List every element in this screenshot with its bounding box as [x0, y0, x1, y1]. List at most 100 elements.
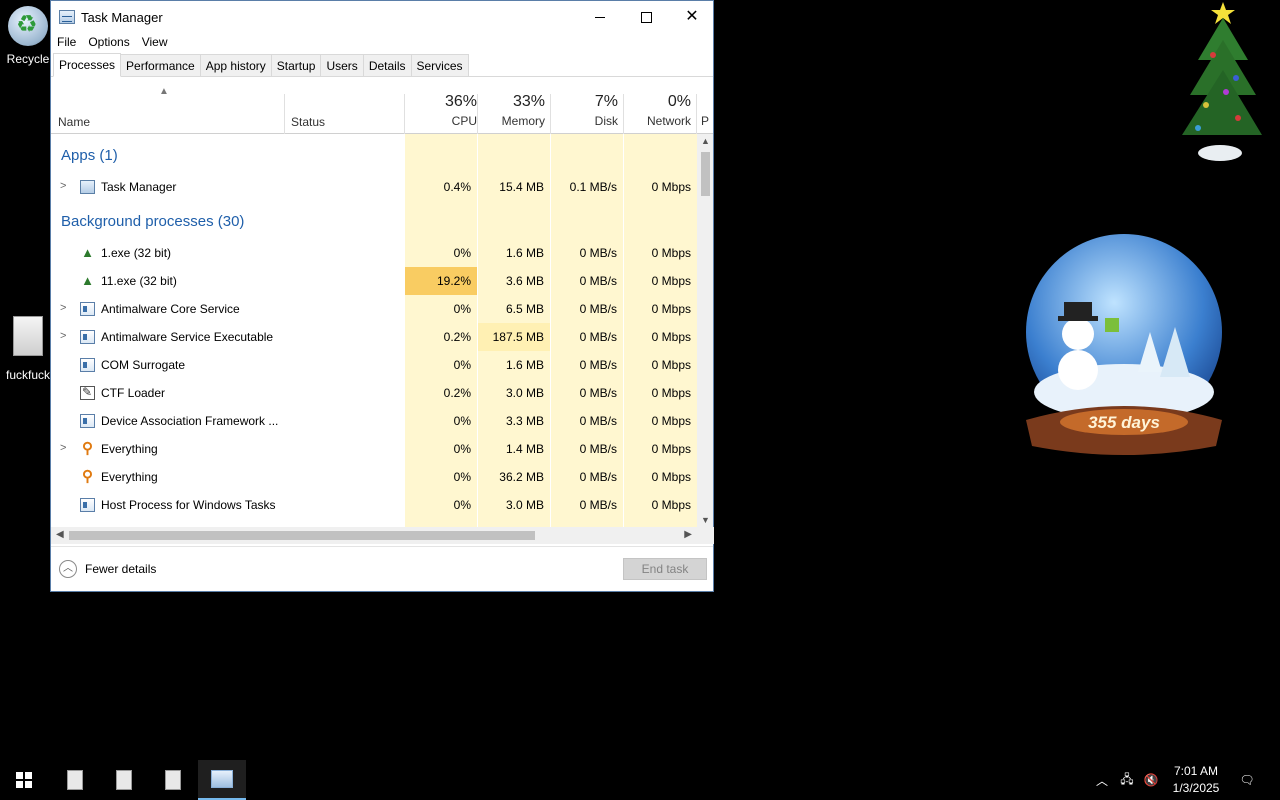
vertical-scroll-thumb[interactable] [701, 152, 710, 196]
close-icon: ✕ [685, 8, 699, 25]
show-hidden-icons-button[interactable]: ︿ [1092, 760, 1112, 800]
start-button[interactable] [0, 760, 48, 800]
column-divider[interactable] [696, 94, 697, 134]
group-background-processes[interactable]: Background processes (30) [61, 213, 244, 230]
maximize-icon [640, 11, 652, 23]
tab-services[interactable]: Services [410, 54, 469, 76]
document-icon [67, 770, 83, 790]
service-icon [80, 414, 95, 428]
expand-chevron-icon[interactable]: > [60, 302, 66, 314]
scroll-up-icon[interactable]: ▲ [701, 136, 710, 146]
expand-chevron-icon[interactable]: > [60, 330, 66, 342]
volume-muted-icon: 🔇 [1143, 773, 1159, 787]
process-row[interactable]: ▲ 1.exe (32 bit) 0% 1.6 MB 0 MB/s 0 Mbps [51, 239, 697, 267]
file-icon [13, 316, 43, 356]
column-memory-header[interactable]: 33% Memory [478, 93, 545, 128]
process-row[interactable]: > Antimalware Core Service 0% 6.5 MB 0 MB/s 0… [51, 295, 697, 323]
taskbar-app-1[interactable] [51, 760, 99, 800]
group-apps[interactable]: Apps (1) [61, 147, 118, 164]
fewer-details-button[interactable]: ︿ Fewer details [59, 560, 156, 578]
taskbar-app-2[interactable] [100, 760, 148, 800]
scroll-left-icon[interactable]: ◀ [56, 529, 64, 540]
menu-view[interactable]: View [142, 35, 168, 49]
network-value: 0 Mbps [651, 498, 691, 512]
process-row[interactable]: ⚲ Everything 0% 36.2 MB 0 MB/s 0 Mbps [51, 463, 697, 491]
process-row[interactable]: CTF Loader 0.2% 3.0 MB 0 MB/s 0 Mbps [51, 379, 697, 407]
clock[interactable]: 7:01 AM 1/3/2025 [1166, 763, 1226, 797]
process-row[interactable]: > Antimalware Service Executable 0.2% 187.5… [51, 323, 697, 351]
horizontal-scroll-thumb[interactable] [69, 531, 535, 540]
memory-value: 3.3 MB [505, 414, 544, 428]
snowglobe-icon: 355 days [1026, 234, 1222, 455]
clock-time: 7:01 AM [1173, 764, 1219, 778]
tab-processes[interactable]: Processes [53, 53, 122, 77]
horizontal-scrollbar[interactable]: ◀ ▶ [51, 527, 697, 544]
minimize-button[interactable] [577, 1, 623, 33]
expand-chevron-icon[interactable]: > [60, 180, 66, 192]
process-row[interactable]: > ⚲ Everything 0% 1.4 MB 0 MB/s 0 Mbps [51, 435, 697, 463]
menu-bar: File Options View [51, 33, 713, 51]
memory-value: 36.2 MB [499, 470, 544, 484]
power-label-partial: P [701, 114, 710, 128]
menu-file[interactable]: File [57, 35, 76, 49]
sort-caret-icon: ▲ [159, 86, 169, 97]
end-task-button[interactable]: End task [623, 558, 707, 580]
network-tray-button[interactable]: 🖧 [1116, 760, 1138, 800]
process-name: Host Process for Windows Tasks [101, 498, 276, 512]
memory-label: Memory [501, 114, 545, 128]
pen-icon [80, 385, 95, 400]
task-manager-window: Task Manager ✕ File Options View Process… [50, 0, 714, 592]
scroll-right-icon[interactable]: ▶ [684, 529, 692, 540]
tab-details[interactable]: Details [362, 54, 412, 76]
taskbar-task-manager[interactable] [198, 760, 246, 800]
network-value: 0 Mbps [651, 358, 691, 372]
process-name: Everything [101, 442, 158, 456]
process-row[interactable]: COM Surrogate 0% 1.6 MB 0 MB/s 0 Mbps [51, 351, 697, 379]
memory-value: 15.4 MB [499, 180, 544, 194]
action-center-button[interactable]: 🗨 [1234, 760, 1260, 800]
volume-tray-button[interactable]: 🔇 [1140, 760, 1162, 800]
process-name: Task Manager [101, 180, 177, 194]
cpu-value: 0.4% [443, 180, 471, 194]
tab-users[interactable]: Users [320, 54, 364, 76]
title-bar[interactable]: Task Manager ✕ [51, 1, 713, 33]
chevron-up-icon: ︿ [59, 560, 77, 578]
tree-icon: ▲ [81, 245, 94, 260]
close-button[interactable]: ✕ [669, 1, 715, 33]
disk-value: 0 MB/s [579, 386, 617, 400]
menu-options[interactable]: Options [88, 35, 129, 49]
task-manager-icon [80, 180, 95, 194]
process-row[interactable]: Device Association Framework ... 0% 3.3 MB… [51, 407, 697, 435]
expand-chevron-icon[interactable]: > [60, 442, 66, 454]
column-status-header[interactable]: Status [291, 115, 325, 129]
column-network-header[interactable]: 0% Network [624, 93, 691, 128]
tab-performance[interactable]: Performance [120, 54, 201, 76]
disk-value: 0 MB/s [579, 246, 617, 260]
column-name-header[interactable]: Name [58, 115, 90, 129]
process-row[interactable]: Host Process for Windows Tasks 0% 3.0 MB 0 … [51, 491, 697, 519]
column-power-header[interactable]: P [701, 93, 711, 128]
cpu-value: 19.2% [405, 267, 477, 295]
vertical-scrollbar[interactable]: ▲ ▼ [697, 134, 713, 527]
chevron-up-icon: ︿ [1095, 773, 1108, 788]
process-row[interactable]: ▲ 11.exe (32 bit) 19.2% 3.6 MB 0 MB/s 0 Mbps [51, 267, 697, 295]
column-cpu-header[interactable]: 36% CPU [405, 93, 477, 128]
column-disk-header[interactable]: 7% Disk [551, 93, 618, 128]
memory-value: 1.4 MB [505, 442, 544, 456]
tab-startup[interactable]: Startup [270, 54, 322, 76]
file-desktop-icon[interactable]: fuckfuck [0, 316, 56, 382]
column-divider[interactable] [284, 94, 285, 134]
disk-value: 0 MB/s [579, 442, 617, 456]
process-row[interactable]: > Task Manager 0.4% 15.4 MB 0.1 MB/s 0 Mbps [51, 173, 697, 201]
scroll-down-icon[interactable]: ▼ [701, 515, 710, 525]
taskbar-app-3[interactable] [149, 760, 197, 800]
maximize-button[interactable] [623, 1, 669, 33]
file-label: fuckfuck [5, 368, 50, 382]
network-value: 0 Mbps [651, 180, 691, 194]
process-name: Device Association Framework ... [101, 414, 279, 428]
process-name: COM Surrogate [101, 358, 186, 372]
tab-app-history[interactable]: App history [199, 54, 272, 76]
disk-value: 0 MB/s [579, 302, 617, 316]
recycle-bin-desktop-icon[interactable]: Recycle [0, 4, 56, 66]
column-header: ▲ Name Status 36% CPU 33% Memory 7% Disk… [51, 77, 713, 134]
